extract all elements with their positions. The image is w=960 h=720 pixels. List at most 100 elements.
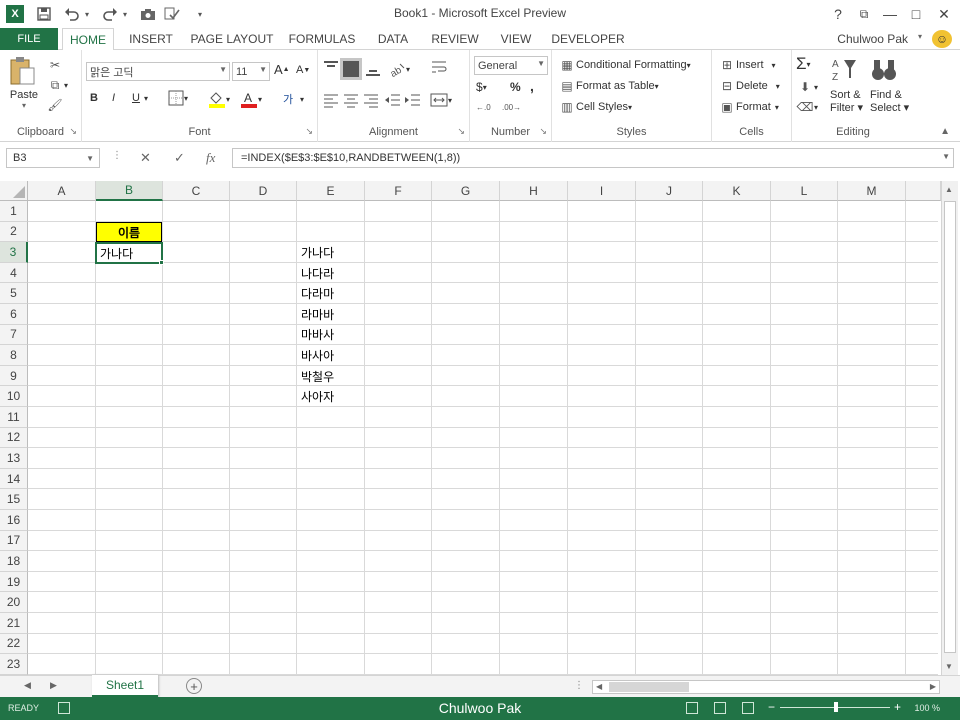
bold-button[interactable]: B	[90, 92, 98, 104]
accounting-format-button[interactable]: $ ▾	[476, 80, 487, 94]
tab-developer[interactable]: DEVELOPER	[548, 28, 628, 50]
cell-e7[interactable]: 마바사	[298, 325, 364, 346]
comma-button[interactable]: ,	[530, 78, 534, 94]
column-header-g[interactable]: G	[432, 181, 500, 201]
row-header-18[interactable]: 18	[0, 551, 28, 572]
percent-button[interactable]: %	[510, 80, 521, 94]
tab-view[interactable]: VIEW	[492, 28, 540, 50]
row-header-8[interactable]: 8	[0, 345, 28, 366]
cell-e6[interactable]: 라마바	[298, 304, 364, 325]
cell-b2[interactable]: 이름	[96, 222, 162, 242]
format-cells-button[interactable]: ▣ Format ▾	[718, 98, 779, 116]
font-launcher-icon[interactable]: ↘	[305, 126, 313, 137]
worksheet-grid[interactable]: ABCDEFGHIJKLM 1 2 3 4 5 6 7 8 9 10 11 12 13 14 15 16 17 1…	[0, 181, 960, 675]
align-left-button[interactable]	[322, 92, 340, 108]
column-header-m[interactable]: M	[838, 181, 906, 201]
undo-dropdown-icon[interactable]: ▾	[82, 5, 92, 23]
grow-font-button[interactable]: A ▲	[274, 62, 290, 77]
page-break-view-icon[interactable]	[742, 702, 754, 714]
customize-qat-icon[interactable]: ▾	[194, 5, 206, 23]
format-painter-icon[interactable]: 🖌	[46, 96, 64, 114]
bottom-align-button[interactable]	[364, 60, 382, 78]
row-header-13[interactable]: 13	[0, 448, 28, 469]
insert-cells-button[interactable]: ⊞ Insert ▾	[718, 56, 776, 74]
tab-file[interactable]: FILE	[0, 28, 58, 50]
cell-e8[interactable]: 바사아	[298, 345, 364, 366]
increase-indent-button[interactable]	[404, 92, 422, 108]
redo-icon[interactable]	[100, 5, 120, 23]
ribbon-display-button[interactable]: ⧉	[852, 4, 876, 24]
row-header-10[interactable]: 10	[0, 386, 28, 407]
align-center-button[interactable]	[342, 92, 360, 108]
font-name-select[interactable]: 맑은 고딕 ▼	[86, 62, 230, 81]
row-header-3[interactable]: 3	[0, 242, 28, 263]
next-sheet-icon[interactable]: ▶	[50, 680, 57, 691]
cell-e10[interactable]: 사아자	[298, 386, 364, 407]
conditional-formatting-button[interactable]: ▦ Conditional Formatting ▾	[558, 56, 690, 74]
orientation-button[interactable]: ab ▾	[388, 60, 410, 78]
user-name[interactable]: Chulwoo Pak	[837, 32, 908, 46]
wrap-text-button[interactable]	[430, 58, 448, 76]
row-header-15[interactable]: 15	[0, 489, 28, 510]
tab-split-grip-icon[interactable]: ⋮	[574, 680, 584, 691]
cut-icon[interactable]: ✂	[46, 56, 64, 74]
column-header-l[interactable]: L	[771, 181, 838, 201]
column-header-a[interactable]: A	[28, 181, 96, 201]
number-launcher-icon[interactable]: ↘	[539, 126, 547, 137]
top-align-button[interactable]	[322, 60, 340, 78]
row-header-12[interactable]: 12	[0, 427, 28, 449]
underline-button[interactable]: U	[132, 92, 140, 104]
tab-formulas[interactable]: FORMULAS	[284, 28, 360, 50]
normal-view-icon[interactable]	[686, 702, 698, 714]
paste-dropdown-icon[interactable]: ▾	[8, 101, 40, 110]
clear-button[interactable]: ⌫ ▾	[796, 98, 819, 116]
zoom-out-icon[interactable]: −	[768, 700, 775, 714]
row-header-21[interactable]: 21	[0, 613, 28, 634]
previous-sheet-icon[interactable]: ◀	[24, 680, 31, 691]
cell-e9[interactable]: 박철우	[298, 366, 364, 387]
row-header-11[interactable]: 11	[0, 407, 28, 428]
font-color-button[interactable]: A ▾	[240, 90, 262, 108]
column-header-partial[interactable]	[906, 181, 941, 201]
tab-review[interactable]: REVIEW	[426, 28, 484, 50]
tab-page-layout[interactable]: PAGE LAYOUT	[188, 28, 276, 50]
decrease-indent-button[interactable]	[384, 92, 402, 108]
tab-home[interactable]: HOME	[62, 28, 114, 51]
close-button[interactable]: ✕	[932, 4, 956, 24]
fill-handle[interactable]	[159, 260, 164, 265]
decrease-decimal-button[interactable]: .00→	[502, 100, 522, 114]
column-header-i[interactable]: I	[568, 181, 636, 201]
scroll-right-icon[interactable]: ▶	[930, 682, 936, 691]
column-header-c[interactable]: C	[163, 181, 230, 201]
tab-data[interactable]: DATA	[368, 28, 418, 50]
merge-center-button[interactable]: ▾	[430, 92, 452, 108]
zoom-in-icon[interactable]: +	[894, 700, 901, 714]
expand-formula-bar-icon[interactable]: ▼	[942, 152, 950, 161]
column-header-j[interactable]: J	[636, 181, 703, 201]
delete-cells-button[interactable]: ⊟ Delete ▾	[718, 77, 780, 95]
cell-styles-button[interactable]: ▥ Cell Styles ▾	[558, 98, 632, 116]
row-header-19[interactable]: 19	[0, 571, 28, 593]
enter-entry-button[interactable]: ✓	[174, 150, 185, 166]
cancel-entry-button[interactable]: ✕	[140, 150, 151, 166]
fill-button[interactable]: ⬇ ▾	[796, 78, 818, 96]
excel-logo-icon[interactable]: X	[6, 5, 24, 23]
row-header-9[interactable]: 9	[0, 365, 28, 387]
user-dropdown-icon[interactable]: ▾	[918, 32, 922, 41]
fill-color-button[interactable]: ▾	[208, 90, 230, 108]
row-header-14[interactable]: 14	[0, 468, 28, 490]
row-header-20[interactable]: 20	[0, 592, 28, 613]
formula-input[interactable]: =INDEX($E$3:$E$10,RANDBETWEEN(1,8))	[232, 148, 954, 168]
number-format-select[interactable]: General ▼	[474, 56, 548, 75]
font-size-select[interactable]: 11 ▼	[232, 62, 270, 81]
scroll-down-icon[interactable]: ▼	[945, 662, 953, 671]
column-header-f[interactable]: F	[365, 181, 432, 201]
insert-function-button[interactable]: fx	[206, 150, 215, 166]
row-header-16[interactable]: 16	[0, 510, 28, 531]
undo-icon[interactable]	[62, 5, 82, 23]
scroll-left-icon[interactable]: ◀	[596, 682, 602, 691]
camera-icon[interactable]	[138, 5, 158, 23]
underline-dropdown-icon[interactable]: ▾	[144, 94, 148, 103]
increase-decimal-button[interactable]: ←.0	[476, 100, 496, 114]
clipboard-launcher-icon[interactable]: ↘	[69, 126, 77, 137]
